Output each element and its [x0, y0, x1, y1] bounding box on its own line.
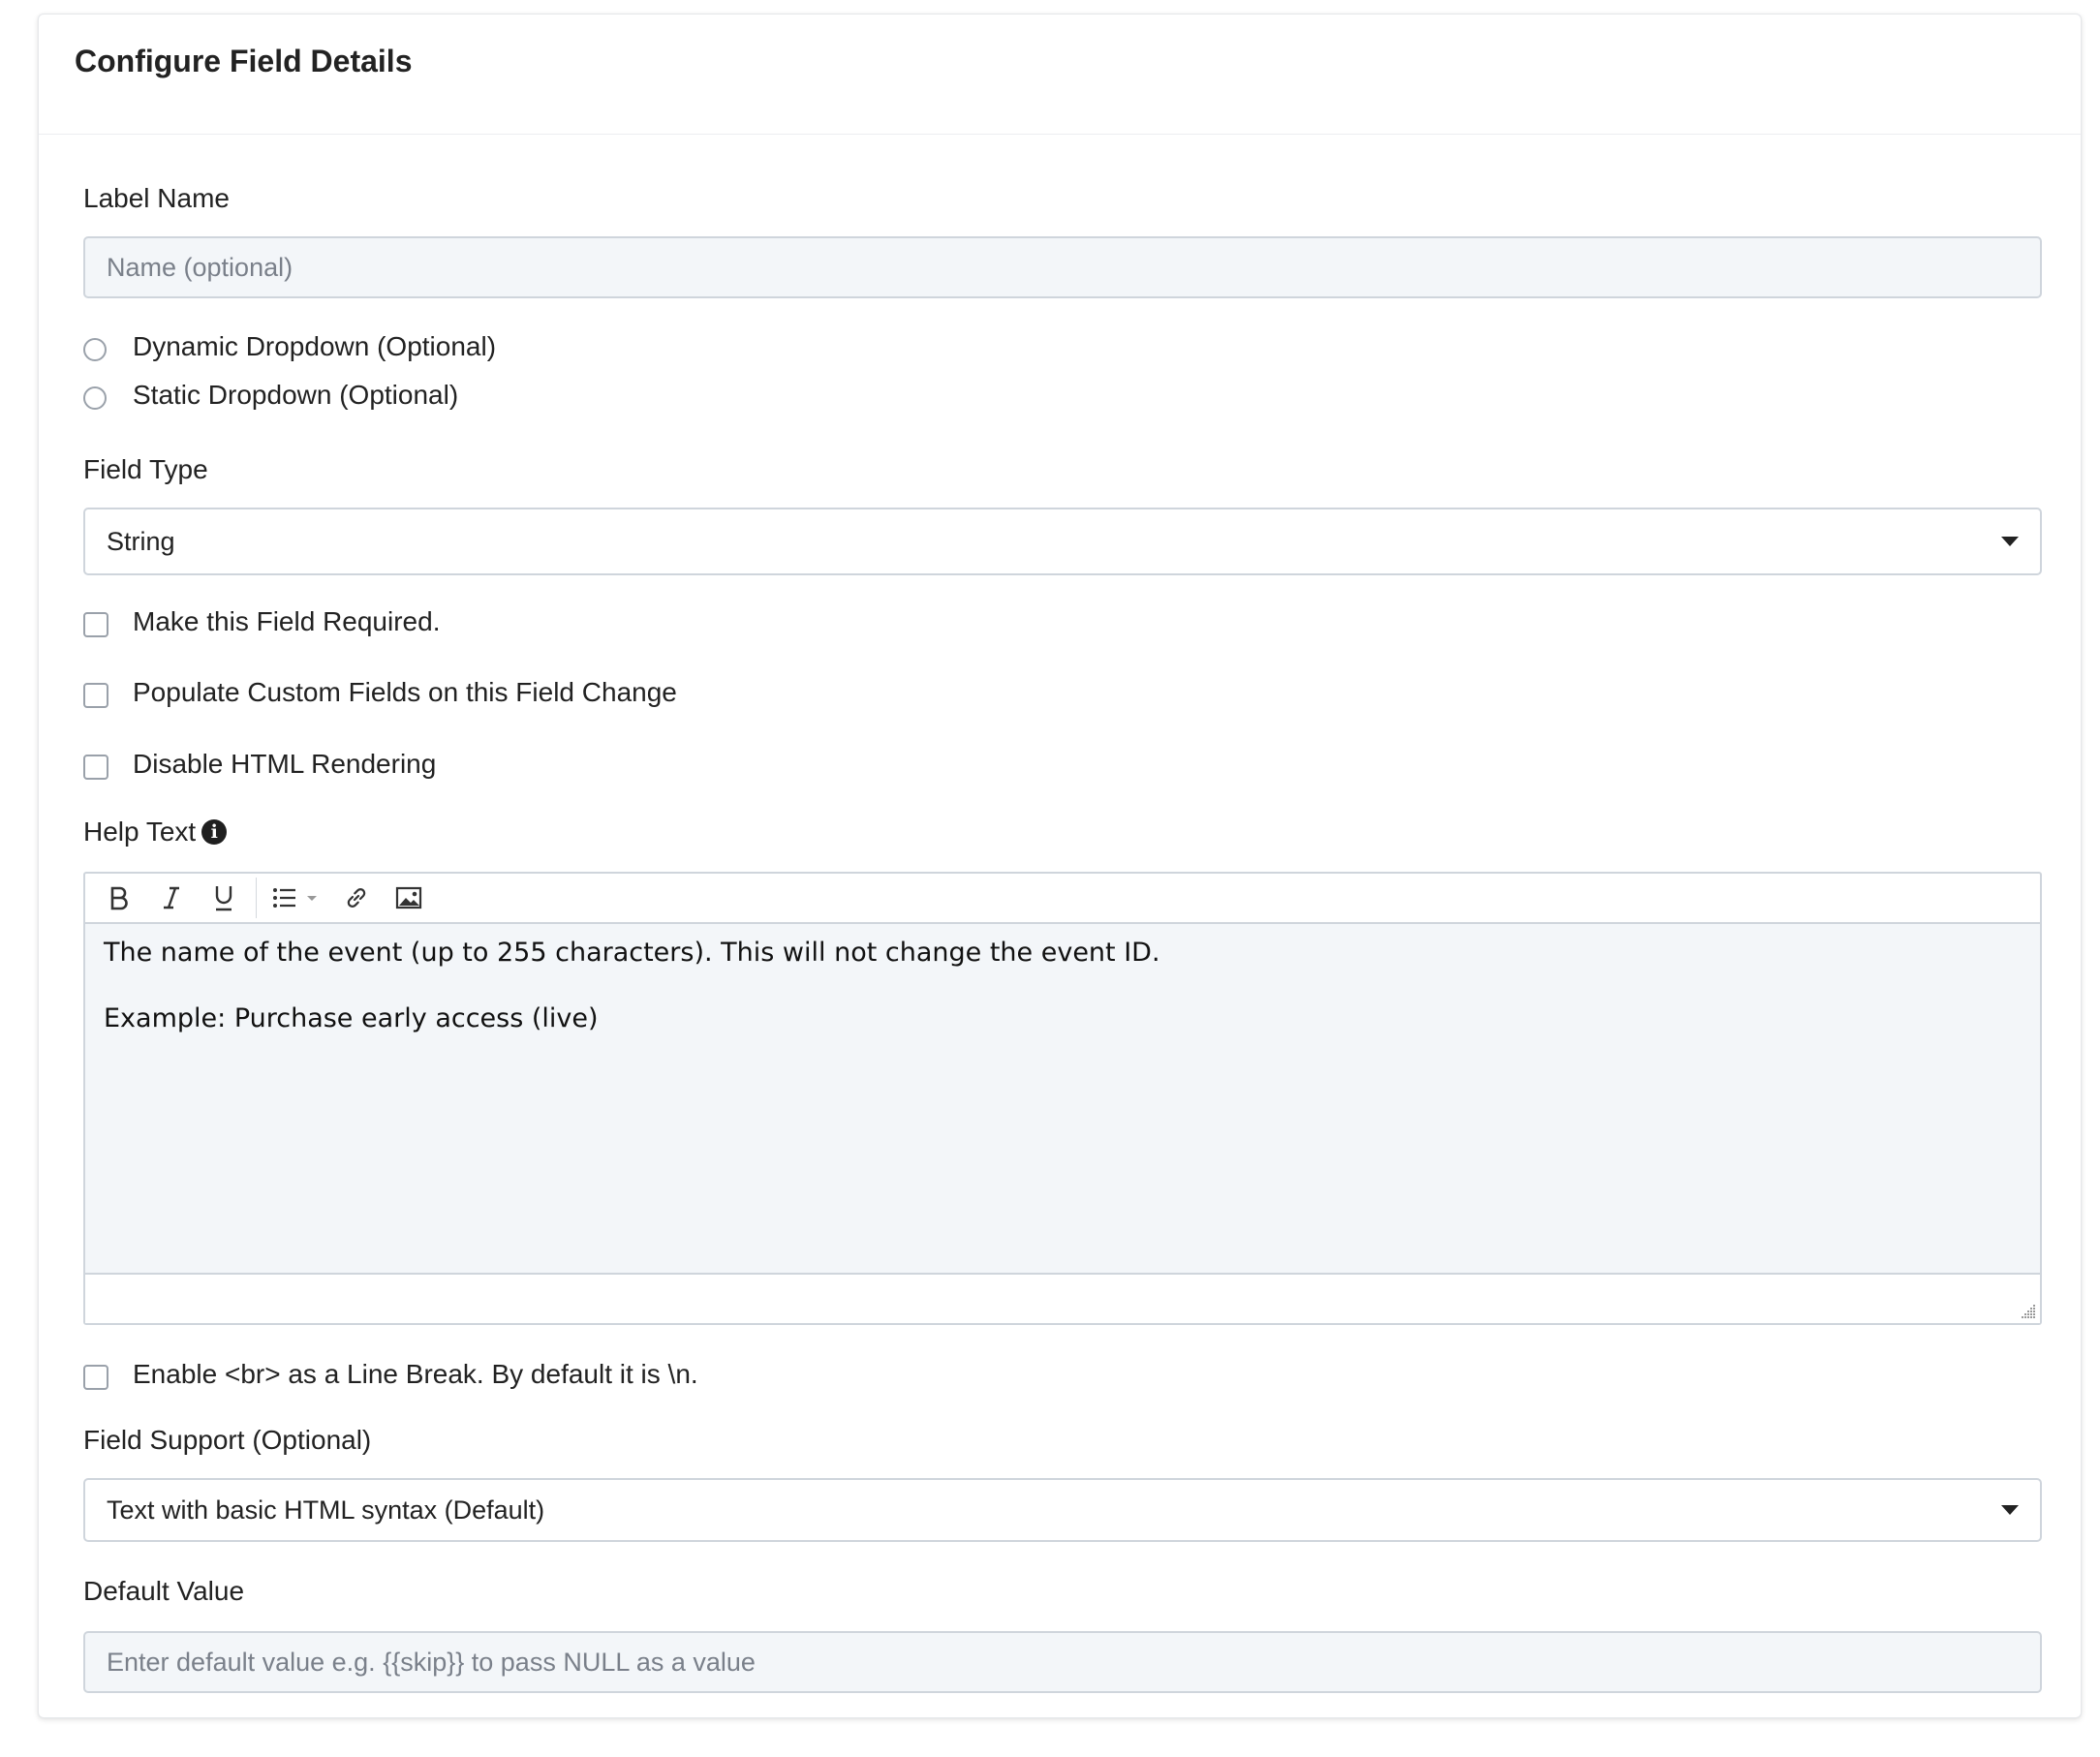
field-support-label: Field Support (Optional) — [83, 1425, 372, 1455]
info-circle-icon[interactable]: i — [201, 818, 228, 845]
checkbox-field-required[interactable]: Make this Field Required. — [83, 606, 440, 637]
radio-label: Static Dropdown (Optional) — [133, 380, 459, 410]
toolbar-separator — [256, 878, 257, 918]
caret-down-icon — [2001, 537, 2019, 546]
checkbox[interactable] — [83, 755, 108, 780]
field-type-select[interactable]: String — [83, 508, 2042, 575]
checkbox[interactable] — [83, 1365, 108, 1390]
checkbox[interactable] — [83, 683, 108, 708]
help-text-editor: The name of the event (up to 255 charact… — [83, 872, 2042, 1325]
editor-content[interactable]: The name of the event (up to 255 charact… — [85, 924, 2040, 1275]
bold-icon[interactable] — [93, 877, 145, 919]
field-type-label: Field Type — [83, 454, 208, 484]
caret-down-icon — [2001, 1505, 2019, 1515]
checkbox-label: Enable <br> as a Line Break. By default … — [133, 1359, 698, 1389]
field-support-select[interactable]: Text with basic HTML syntax (Default) — [83, 1478, 2042, 1542]
field-type-value: String — [107, 526, 175, 556]
default-value-label: Default Value — [83, 1576, 245, 1606]
image-icon[interactable] — [383, 877, 435, 919]
card-title: Configure Field Details — [75, 44, 413, 78]
label-name-input[interactable] — [83, 236, 2042, 298]
help-text-paragraph: The name of the event (up to 255 charact… — [104, 938, 1160, 968]
underline-icon[interactable] — [198, 877, 250, 919]
help-text-paragraph: Example: Purchase early access (live) — [104, 1003, 599, 1033]
radio-label: Dynamic Dropdown (Optional) — [133, 331, 497, 361]
radio-button[interactable] — [83, 338, 107, 361]
editor-toolbar — [85, 874, 2040, 924]
radio-static-dropdown[interactable]: Static Dropdown (Optional) — [83, 380, 458, 411]
help-text-label-text: Help Text — [83, 817, 197, 847]
resize-handle-icon[interactable] — [2021, 1304, 2036, 1319]
link-icon[interactable] — [330, 877, 383, 919]
editor-statusbar — [85, 1275, 2040, 1323]
italic-icon[interactable] — [145, 877, 198, 919]
card-header: Configure Field Details — [39, 15, 2081, 135]
checkbox[interactable] — [83, 612, 108, 637]
checkbox-enable-br-line-break[interactable]: Enable <br> as a Line Break. By default … — [83, 1359, 698, 1390]
field-support-value: Text with basic HTML syntax (Default) — [107, 1495, 545, 1525]
configure-field-card: Configure Field Details Label Name Dynam… — [38, 14, 2082, 1718]
default-value-input[interactable] — [83, 1631, 2042, 1693]
radio-dynamic-dropdown[interactable]: Dynamic Dropdown (Optional) — [83, 331, 496, 362]
checkbox-disable-html-rendering[interactable]: Disable HTML Rendering — [83, 749, 436, 780]
checkbox-label: Disable HTML Rendering — [133, 749, 437, 779]
checkbox-label: Make this Field Required. — [133, 606, 441, 636]
checkbox-populate-custom-fields[interactable]: Populate Custom Fields on this Field Cha… — [83, 677, 677, 708]
radio-button[interactable] — [83, 386, 107, 410]
checkbox-label: Populate Custom Fields on this Field Cha… — [133, 677, 677, 707]
bullet-list-icon[interactable] — [262, 877, 330, 919]
help-text-label: Help Text i — [83, 817, 228, 848]
label-name-label: Label Name — [83, 183, 230, 213]
